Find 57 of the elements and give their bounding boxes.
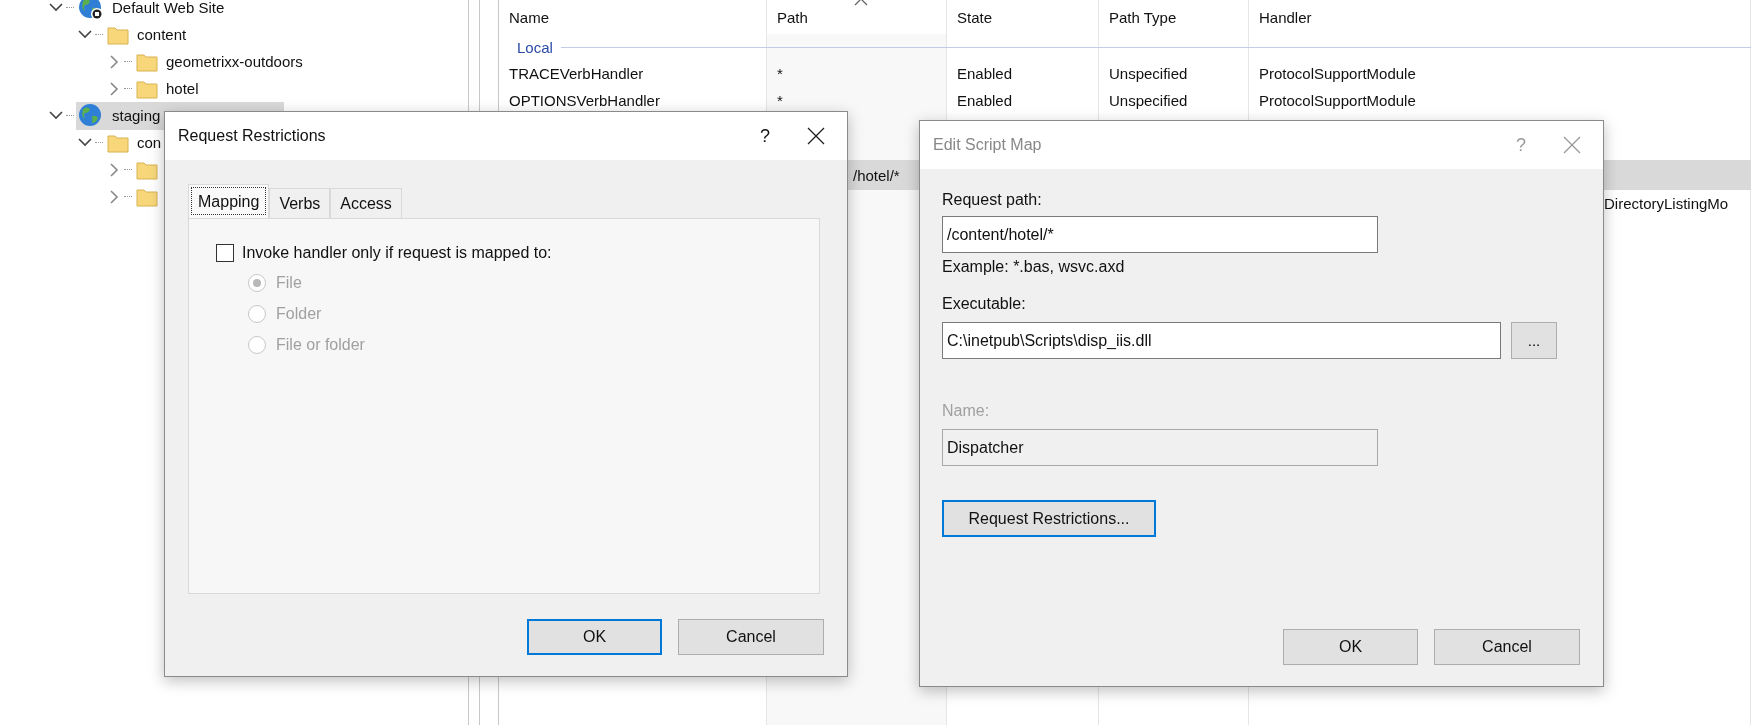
dialog-title: Request Restrictions bbox=[178, 127, 327, 145]
tree-item[interactable]: geometrixx-outdoors bbox=[134, 50, 307, 73]
input-field[interactable]: C:\inetpub\Scripts\disp_iis.dll bbox=[942, 322, 1501, 359]
tree-item-label[interactable]: con bbox=[137, 134, 162, 151]
folder-icon bbox=[136, 159, 158, 180]
close-icon[interactable] bbox=[807, 127, 825, 145]
folder-icon bbox=[107, 24, 129, 45]
hint-text: Example: *.bas, wsvc.axd bbox=[942, 258, 1126, 277]
tree-item[interactable]: content bbox=[105, 23, 191, 46]
ok-button[interactable]: OK bbox=[527, 619, 662, 655]
table-cell: ProtocolSupportModule bbox=[1259, 92, 1416, 109]
checkbox-label[interactable]: Invoke handler only if request is mapped to: bbox=[242, 244, 552, 262]
folder-icon bbox=[136, 78, 158, 99]
cancel-button[interactable]: Cancel bbox=[1434, 629, 1580, 665]
tab[interactable]: Access bbox=[330, 188, 402, 218]
chevron-icon[interactable] bbox=[49, 111, 63, 120]
field-label: Name: bbox=[942, 402, 991, 421]
tree-item-label[interactable]: geometrixx-outdoors bbox=[166, 53, 303, 70]
browse-button[interactable]: ... bbox=[1511, 322, 1557, 359]
table-cell: * bbox=[777, 65, 783, 82]
folder-icon bbox=[136, 51, 158, 72]
checkbox[interactable] bbox=[216, 244, 234, 262]
table-row[interactable]: TRACEVerbHandler * Enabled Unspecified ProtocolSupportModule bbox=[499, 60, 1751, 87]
field-label: Executable: bbox=[942, 295, 1027, 314]
tree-item-label[interactable]: Default Web Site bbox=[112, 0, 225, 16]
tree-item-label[interactable]: hotel bbox=[166, 80, 199, 97]
input-field[interactable]: /content/hotel/* bbox=[942, 216, 1378, 253]
ok-button[interactable]: OK bbox=[1283, 629, 1418, 665]
group-header: Local bbox=[517, 38, 553, 56]
table-cell: * bbox=[777, 92, 783, 109]
column-header[interactable]: Path bbox=[767, 0, 947, 34]
tree-item[interactable]: Default Web Site bbox=[76, 0, 229, 22]
tree-item-label[interactable]: staging bbox=[112, 107, 161, 124]
table-cell: TRACEVerbHandler bbox=[509, 65, 644, 82]
help-button[interactable]: ? bbox=[735, 125, 795, 147]
tree-item-label[interactable]: content bbox=[137, 26, 187, 43]
folder-icon bbox=[136, 186, 158, 207]
table-cell: OPTIONSVerbHandler bbox=[509, 92, 660, 109]
table-row[interactable]: OPTIONSVerbHandler * Enabled Unspecified ProtocolSupportModule bbox=[499, 87, 1751, 114]
cancel-button[interactable]: Cancel bbox=[678, 619, 824, 655]
field-label: Request path: bbox=[942, 191, 1043, 210]
table-cell: Unspecified bbox=[1109, 92, 1188, 109]
tree-item[interactable]: hotel bbox=[134, 77, 203, 100]
chevron-icon[interactable] bbox=[78, 30, 92, 39]
table-cell: /hotel/* bbox=[853, 166, 900, 184]
table-cell: Enabled bbox=[957, 92, 1013, 109]
request-restrictions-button[interactable]: Request Restrictions... bbox=[942, 500, 1156, 537]
folder-icon bbox=[107, 132, 129, 153]
table-cell: Enabled bbox=[957, 65, 1013, 82]
tree-item[interactable]: con bbox=[105, 131, 166, 154]
chevron-icon[interactable] bbox=[78, 138, 92, 147]
dialog-title: Edit Script Map bbox=[933, 136, 1043, 154]
table-cell: ProtocolSupportModule bbox=[1259, 65, 1416, 82]
table-cell: Unspecified bbox=[1109, 65, 1188, 82]
tab[interactable]: Mapping bbox=[188, 184, 270, 218]
chevron-icon[interactable] bbox=[49, 3, 63, 12]
tab[interactable]: Verbs bbox=[269, 188, 331, 218]
